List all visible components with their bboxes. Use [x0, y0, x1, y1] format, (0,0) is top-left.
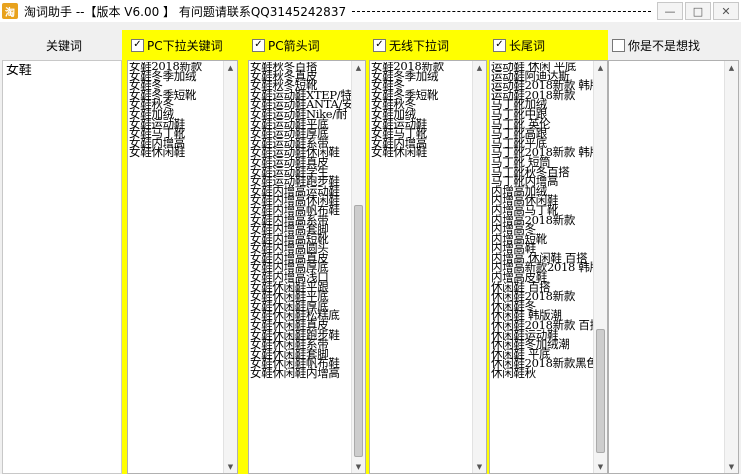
- keyword-column: 关键词 女鞋: [2, 30, 122, 474]
- scroll-up-icon[interactable]: ▲: [725, 61, 738, 74]
- long-tail-checkbox[interactable]: ✓: [493, 38, 506, 52]
- scroll-down-icon[interactable]: ▼: [224, 460, 237, 473]
- pc-arrow-list[interactable]: 女鞋秋冬百搭 女鞋秋冬真皮 女鞋秋冬短靴 女鞋运动鞋XTEP/特 女鞋运动鞋ANTA/安…: [248, 60, 366, 474]
- maximize-button[interactable]: □: [685, 2, 711, 20]
- keyword-header: 关键词: [2, 30, 122, 60]
- wireless-list[interactable]: 女鞋2018新款 女鞋冬季加绒 女鞋冬 女鞋冬季短靴 女鞋秋冬 女鞋加绒 女鞋运动鞋 女鞋马丁…: [369, 60, 487, 474]
- pc-arrow-label: PC箭头词: [268, 38, 320, 53]
- wireless-scrollbar[interactable]: ▲ ▼: [472, 61, 486, 473]
- long-tail-label: 长尾词: [509, 38, 546, 53]
- guess-column: 你是不是想找 ▲ ▼: [608, 30, 739, 474]
- long-tail-scrollbar[interactable]: ▲ ▼: [593, 61, 607, 473]
- pc-dropdown-checkbox[interactable]: ✓: [131, 38, 144, 52]
- guess-header: 你是不是想找: [608, 30, 739, 60]
- list-item[interactable]: 休闲鞋秋: [491, 367, 593, 379]
- list-item[interactable]: 女鞋休闲鞋: [371, 147, 472, 158]
- pc-arrow-scrollbar[interactable]: ▲ ▼: [351, 61, 365, 473]
- pc-dropdown-label: PC下拉关键词: [147, 38, 223, 53]
- keyword-input[interactable]: 女鞋: [2, 60, 122, 474]
- minimize-button[interactable]: —: [657, 2, 683, 20]
- pc-arrow-column: ✓ PC箭头词 女鞋秋冬百搭 女鞋秋冬真皮 女鞋秋冬短靴 女鞋运动鞋XTEP/特 女鞋运…: [248, 30, 366, 474]
- scroll-up-icon[interactable]: ▲: [594, 61, 607, 74]
- pc-arrow-header: ✓ PC箭头词: [248, 30, 366, 60]
- window-title: 淘词助手 --【版本 V6.00 】 有问题请联系QQ3145242837: [24, 4, 347, 19]
- pc-dropdown-scrollbar[interactable]: ▲ ▼: [223, 61, 237, 473]
- title-bar: 淘 淘词助手 --【版本 V6.00 】 有问题请联系QQ3145242837 …: [0, 0, 741, 22]
- keyword-label: 关键词: [45, 38, 82, 53]
- scroll-up-icon[interactable]: ▲: [224, 61, 237, 74]
- pc-dropdown-column: ✓ PC下拉关键词 女鞋2018新款 女鞋冬季加绒 女鞋冬 女鞋冬季短靴 女鞋秋冬 女鞋加…: [127, 30, 238, 474]
- scroll-down-icon[interactable]: ▼: [473, 460, 486, 473]
- long-tail-header: ✓ 长尾词: [489, 30, 608, 60]
- yellow-gap: [238, 30, 248, 474]
- title-dashed-rule: [352, 10, 651, 12]
- guess-scrollbar[interactable]: ▲ ▼: [724, 61, 738, 473]
- scroll-thumb[interactable]: [354, 205, 363, 457]
- close-button[interactable]: ✕: [713, 2, 739, 20]
- long-tail-list[interactable]: 运动鞋 休闲 平底 运动鞋阿迪达斯 运动鞋2018新款 韩版 运动鞋2018新款 马丁靴…: [489, 60, 608, 474]
- scroll-down-icon[interactable]: ▼: [594, 460, 607, 473]
- wireless-header: ✓ 无线下拉词: [369, 30, 487, 60]
- guess-list[interactable]: ▲ ▼: [608, 60, 739, 474]
- pc-dropdown-header: ✓ PC下拉关键词: [127, 30, 238, 60]
- wireless-label: 无线下拉词: [389, 38, 450, 53]
- wireless-column: ✓ 无线下拉词 女鞋2018新款 女鞋冬季加绒 女鞋冬 女鞋冬季短靴 女鞋秋冬 女鞋加绒女…: [369, 30, 487, 474]
- list-item[interactable]: 女鞋休闲鞋: [129, 147, 223, 158]
- scroll-up-icon[interactable]: ▲: [473, 61, 486, 74]
- scroll-thumb[interactable]: [596, 329, 605, 453]
- scroll-down-icon[interactable]: ▼: [725, 460, 738, 473]
- app-icon: 淘: [2, 3, 18, 19]
- scroll-down-icon[interactable]: ▼: [352, 460, 365, 473]
- long-tail-column: ✓ 长尾词 运动鞋 休闲 平底 运动鞋阿迪达斯 运动鞋2018新款 韩版 运动鞋201…: [489, 30, 608, 474]
- wireless-checkbox[interactable]: ✓: [373, 38, 386, 52]
- scroll-up-icon[interactable]: ▲: [352, 61, 365, 74]
- list-item[interactable]: 女鞋休闲鞋内增高: [250, 367, 351, 379]
- pc-dropdown-list[interactable]: 女鞋2018新款 女鞋冬季加绒 女鞋冬 女鞋冬季短靴 女鞋秋冬 女鞋加绒 女鞋运动鞋 女鞋马丁…: [127, 60, 238, 474]
- pc-arrow-checkbox[interactable]: ✓: [252, 38, 265, 52]
- guess-checkbox[interactable]: [612, 38, 625, 52]
- list-item[interactable]: 女鞋: [6, 64, 119, 78]
- guess-label: 你是不是想找: [628, 38, 701, 53]
